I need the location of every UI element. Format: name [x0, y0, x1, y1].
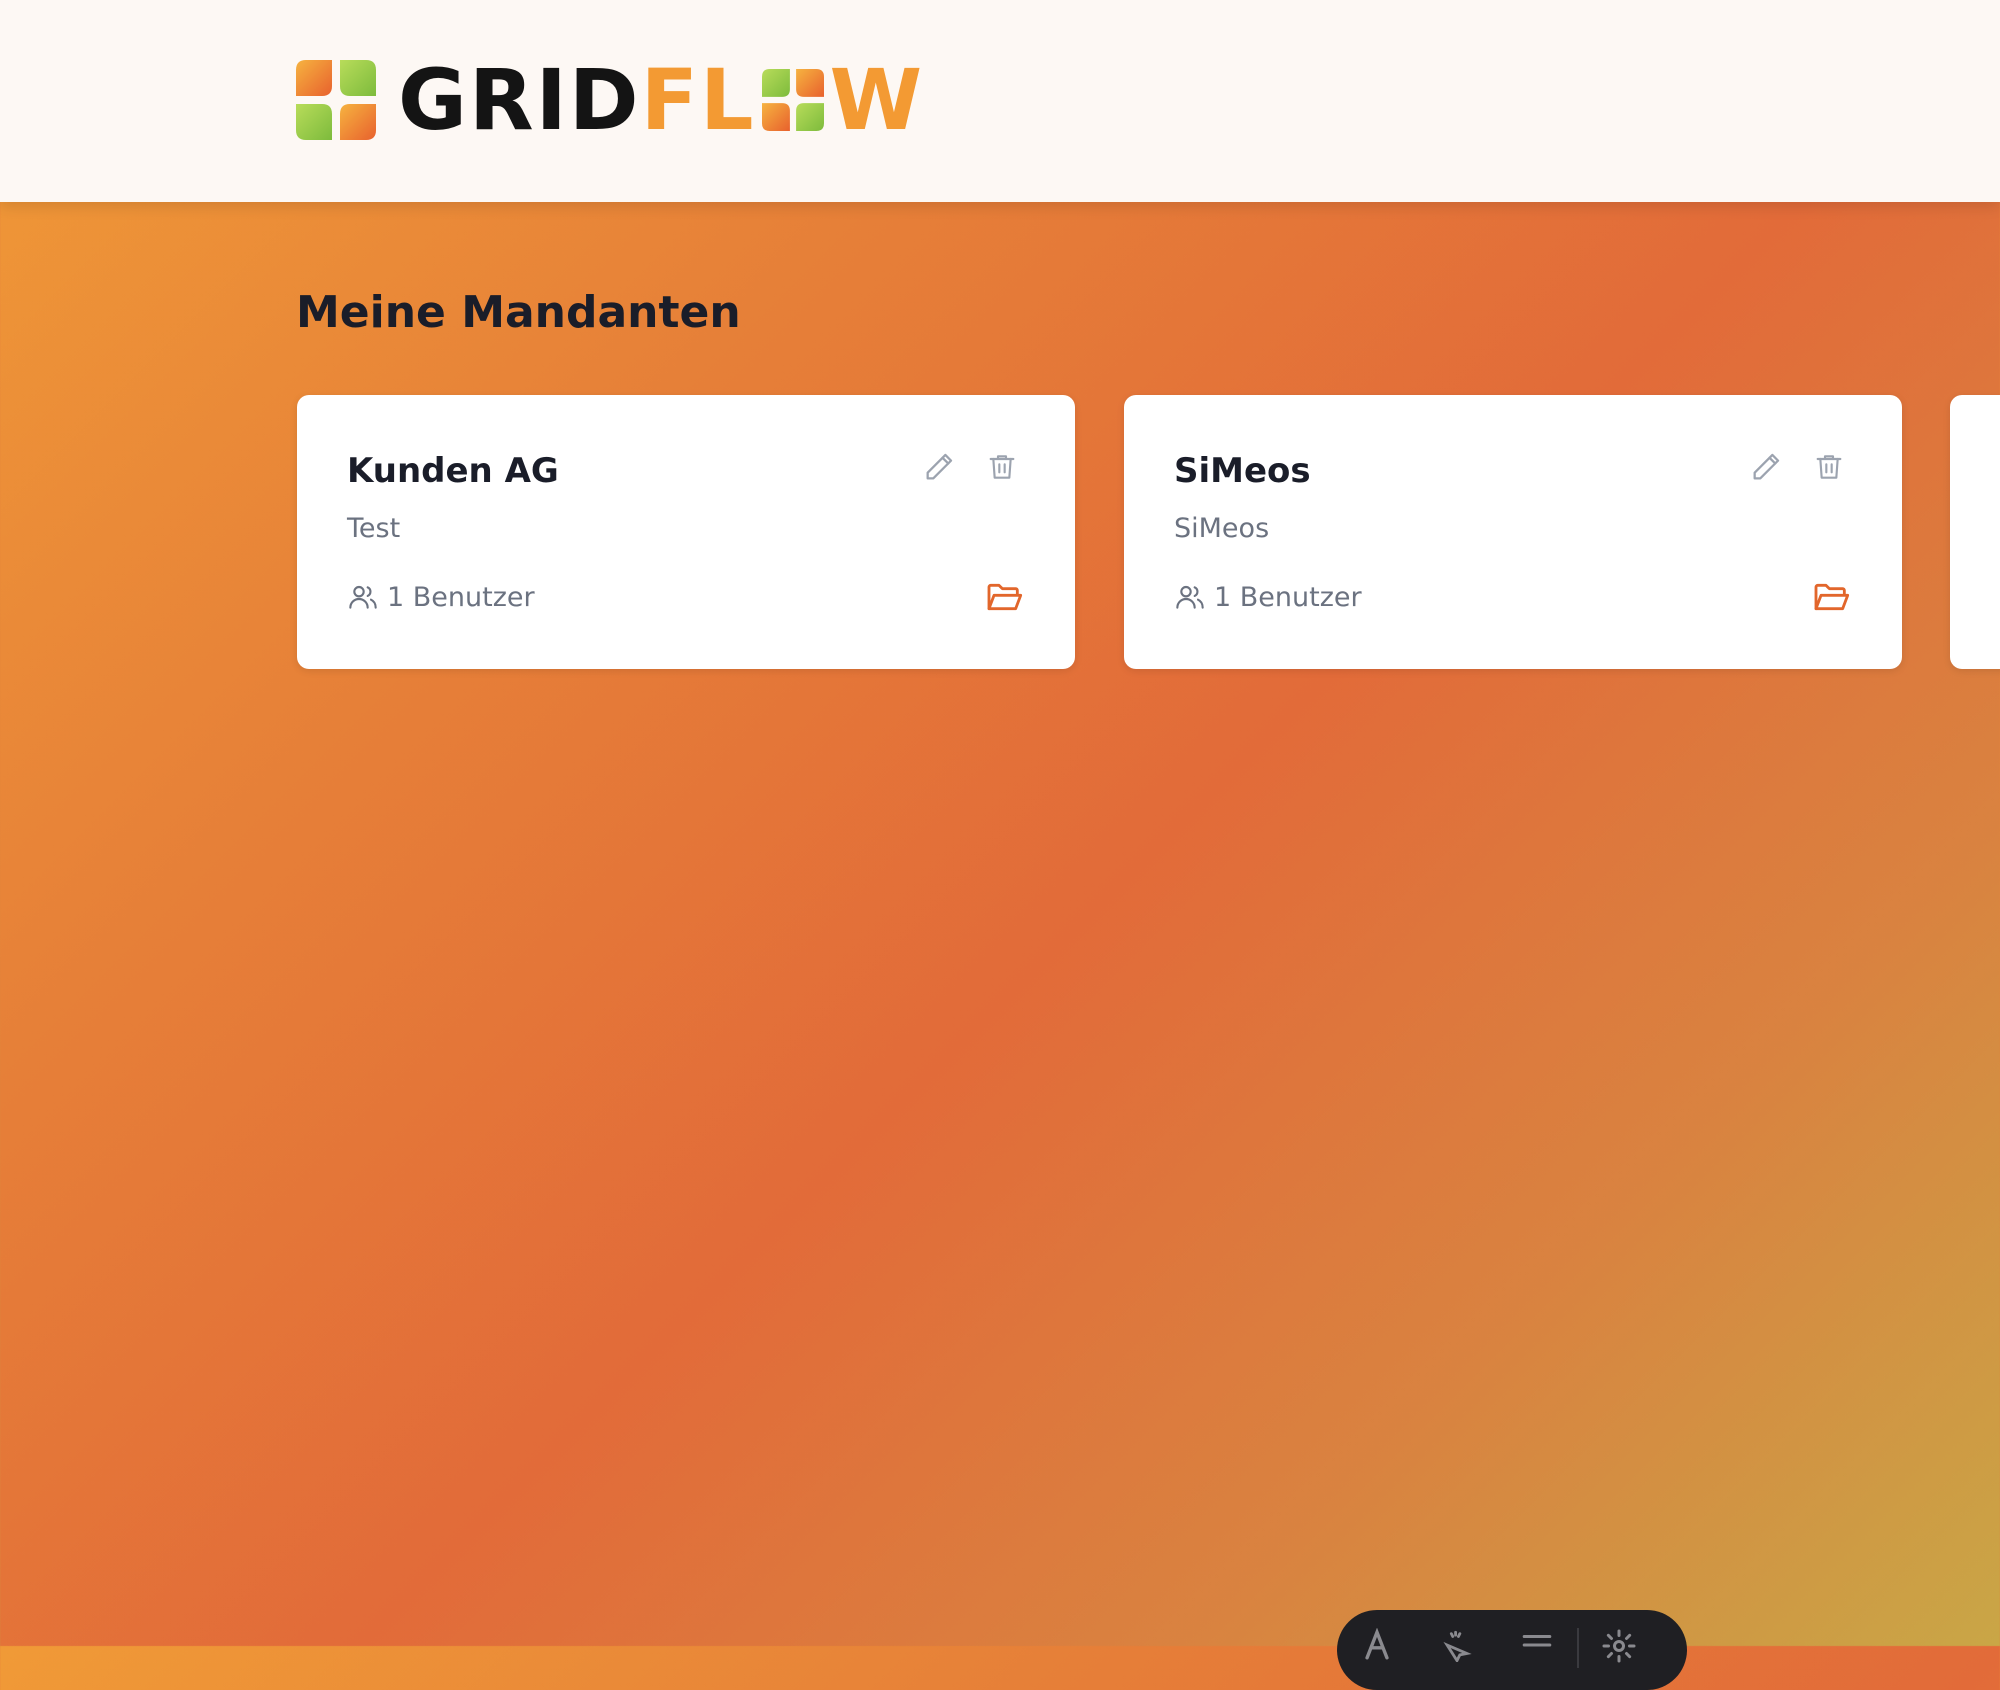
settings-tool-button[interactable] [1579, 1628, 1659, 1668]
logo-text-fl: FL [640, 51, 756, 149]
pencil-icon [926, 453, 953, 480]
gridflow-logo[interactable]: GRID FL W [296, 58, 924, 142]
trash-icon [1816, 455, 1842, 479]
tenant-card-partial[interactable] [1950, 395, 2000, 669]
tenant-users-label: 1 Benutzer [1214, 581, 1362, 613]
tenant-card[interactable]: SiMeos SiMeos 1 Benutzer [1124, 395, 1902, 669]
menu-icon [1522, 1634, 1552, 1647]
tenant-description: Test [347, 513, 401, 544]
tenant-description: SiMeos [1174, 513, 1270, 544]
pencil-icon [1753, 453, 1780, 480]
pointer-icon [1443, 1630, 1472, 1662]
logo-text-w: W [829, 51, 925, 149]
users-icon [349, 585, 377, 609]
tenant-user-count: 1 Benutzer [1174, 581, 1362, 613]
logo-mark-icon [296, 60, 376, 140]
logo-text-grid: GRID [398, 51, 641, 149]
app-header: GRID FL W [0, 0, 2000, 202]
text-tool-button[interactable] [1337, 1628, 1417, 1668]
delete-tenant-button[interactable] [982, 447, 1022, 487]
delete-tenant-button[interactable] [1809, 447, 1849, 487]
tenant-card[interactable]: Kunden AG Test 1 Benutzer [297, 395, 1075, 669]
folder-open-icon [987, 583, 1023, 611]
tenant-user-count: 1 Benutzer [347, 581, 535, 613]
folder-open-icon [1814, 583, 1850, 611]
settings-icon [1602, 1629, 1636, 1663]
trash-icon [989, 455, 1015, 479]
open-tenant-button[interactable] [983, 576, 1025, 618]
open-tenant-button[interactable] [1810, 576, 1852, 618]
text-icon [1365, 1628, 1389, 1660]
pointer-tool-button[interactable] [1417, 1628, 1497, 1668]
tenant-name: SiMeos [1174, 451, 1311, 491]
page-title: Meine Mandanten [296, 287, 741, 338]
edit-tenant-button[interactable] [919, 447, 959, 487]
users-icon [1176, 585, 1204, 609]
menu-tool-button[interactable] [1497, 1628, 1577, 1668]
tenant-name: Kunden AG [347, 451, 559, 491]
logo-o-mark-icon [761, 69, 824, 131]
floating-toolbar [1337, 1610, 1687, 1690]
tenant-users-label: 1 Benutzer [387, 581, 535, 613]
edit-tenant-button[interactable] [1746, 447, 1786, 487]
